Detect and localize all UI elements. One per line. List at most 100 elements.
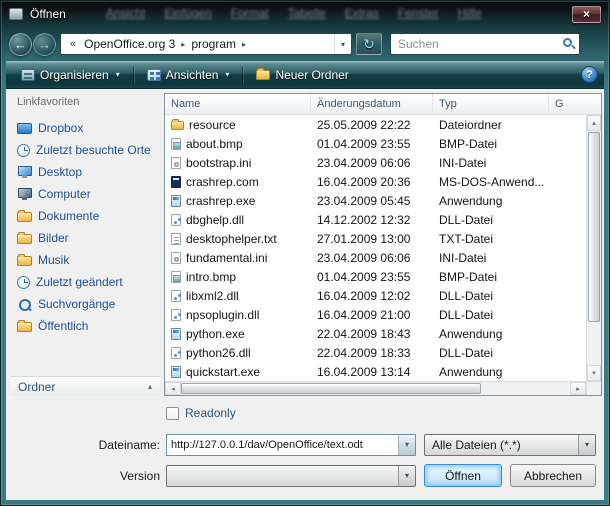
- sidebar-item-bilder[interactable]: Bilder: [10, 227, 160, 249]
- sidebar-item-zuletzt-geändert[interactable]: Zuletzt geändert: [10, 271, 160, 293]
- titlebar: Öffnen AnsichtEinfügenFormatTabelleExtra…: [1, 1, 609, 27]
- organize-button[interactable]: Organisieren ▾: [12, 63, 129, 87]
- readonly-label: Readonly: [185, 406, 236, 420]
- sidebar-item-suchvorgänge[interactable]: Suchvorgänge: [10, 293, 160, 315]
- scroll-left-button[interactable]: ◂: [165, 382, 181, 395]
- filetype-dropdown-button[interactable]: ▾: [578, 435, 595, 455]
- help-button[interactable]: ?: [581, 66, 598, 83]
- back-arrow-icon: ←: [14, 37, 27, 52]
- file-row-quickstart-exe[interactable]: quickstart.exe16.04.2009 13:14Anwendung: [165, 362, 586, 381]
- column-header-typ[interactable]: Typ: [433, 94, 549, 114]
- sidebar-spacer: [10, 337, 160, 376]
- organize-icon: [21, 69, 35, 81]
- file-row-python-exe[interactable]: python.exe22.04.2009 18:43Anwendung: [165, 324, 586, 343]
- file-row-resource[interactable]: resource25.05.2009 22:22Dateiordner: [165, 115, 586, 134]
- version-label: Version: [10, 469, 160, 483]
- sidebar-item-desktop[interactable]: Desktop: [10, 161, 160, 183]
- chevron-up-icon: ▴: [148, 382, 152, 391]
- search-box: [390, 33, 580, 55]
- folders-expander[interactable]: Ordner ▴: [10, 376, 160, 396]
- file-row-fundamental-ini[interactable]: fundamental.ini23.04.2009 06:06INI-Datei: [165, 248, 586, 267]
- sidebar-item-computer[interactable]: Computer: [10, 183, 160, 205]
- file-type-cell: MS-DOS-Anwend...: [433, 175, 549, 189]
- sidebar-item-zuletzt-besuchte-orte[interactable]: Zuletzt besuchte Orte: [10, 139, 160, 161]
- file-row-npsoplugin-dll[interactable]: npsoplugin.dll16.04.2009 21:00DLL-Datei: [165, 305, 586, 324]
- column-header-g[interactable]: G: [549, 94, 601, 114]
- sidebar-item-dokumente[interactable]: Dokumente: [10, 205, 160, 227]
- horizontal-scroll-thumb[interactable]: [181, 383, 481, 394]
- command-toolbar: Organisieren ▾ Ansichten ▾ Neuer Ordner …: [6, 61, 604, 89]
- breadcrumb-overflow-button[interactable]: «: [67, 38, 79, 50]
- file-row-about-bmp[interactable]: about.bmp01.04.2009 23:55BMP-Datei: [165, 134, 586, 153]
- horizontal-scrollbar[interactable]: ◂ ▸: [165, 381, 586, 395]
- scroll-down-button[interactable]: ▾: [587, 365, 601, 381]
- sidebar-item-label: Dropbox: [38, 121, 83, 135]
- file-name-cell: fundamental.ini: [165, 251, 311, 265]
- cancel-button[interactable]: Abbrechen: [510, 464, 596, 487]
- chevron-down-icon: ▾: [592, 369, 596, 377]
- file-name: desktophelper.txt: [186, 232, 277, 246]
- filename-dropdown-button[interactable]: ▾: [398, 435, 415, 455]
- close-button[interactable]: ×: [572, 6, 601, 23]
- file-row-bootstrap-ini[interactable]: bootstrap.ini23.04.2009 06:06INI-Datei: [165, 153, 586, 172]
- forward-button[interactable]: →: [33, 33, 56, 56]
- file-type-cell: DLL-Datei: [433, 213, 549, 227]
- filename-input[interactable]: [167, 435, 398, 455]
- sidebar-item-dropbox[interactable]: Dropbox: [10, 117, 160, 139]
- file-row-intro-bmp[interactable]: intro.bmp01.04.2009 23:55BMP-Datei: [165, 267, 586, 286]
- readonly-row: Readonly: [166, 405, 600, 421]
- main-area: Linkfavoriten Dropbox Zuletzt besuchte Or…: [6, 89, 604, 396]
- file-row-crashrep-com[interactable]: crashrep.com16.04.2009 20:36MS-DOS-Anwen…: [165, 172, 586, 191]
- filename-row: Dateiname: ▾ Alle Dateien (*.*) ▾: [10, 434, 600, 456]
- views-button[interactable]: Ansichten ▾: [138, 63, 239, 87]
- dialog-buttons: Öffnen Abbrechen: [424, 464, 596, 487]
- file-row-libxml2-dll[interactable]: libxml2.dll16.04.2009 12:02DLL-Datei: [165, 286, 586, 305]
- scroll-up-button[interactable]: ▴: [587, 115, 601, 131]
- breadcrumb-segment-openoffice-org-3[interactable]: OpenOffice.org 3: [80, 37, 179, 51]
- file-name: about.bmp: [186, 137, 243, 151]
- address-dropdown-button[interactable]: ▾: [334, 34, 351, 54]
- file-date-cell: 16.04.2009 21:00: [311, 308, 433, 322]
- vertical-scrollbar[interactable]: ▴ ▾: [586, 115, 601, 381]
- version-row: Version ▾ Öffnen Abbrechen: [10, 464, 600, 487]
- column-header-änderungsdatum[interactable]: Änderungsdatum: [311, 94, 433, 114]
- file-name: npsoplugin.dll: [186, 308, 259, 322]
- app-file-icon: [171, 366, 181, 378]
- refresh-button[interactable]: ↻: [356, 33, 382, 55]
- favorites-label: Linkfavoriten: [10, 93, 160, 117]
- file-row-desktophelper-txt[interactable]: desktophelper.txt27.01.2009 13:00TXT-Dat…: [165, 229, 586, 248]
- version-dropdown-button[interactable]: ▾: [398, 466, 415, 486]
- sidebar-item-öffentlich[interactable]: Öffentlich: [10, 315, 160, 337]
- sidebar-item-musik[interactable]: Musik: [10, 249, 160, 271]
- background-menu-item: Einfügen: [164, 6, 211, 20]
- file-type-cell: Dateiordner: [433, 118, 549, 132]
- filetype-combo[interactable]: Alle Dateien (*.*) ▾: [424, 434, 596, 456]
- chevron-right-icon: ▸: [576, 385, 580, 393]
- vertical-scroll-thumb[interactable]: [588, 132, 600, 322]
- file-date-cell: 23.04.2009 06:06: [311, 251, 433, 265]
- file-name: dbghelp.dll: [186, 213, 244, 227]
- file-name: bootstrap.ini: [186, 156, 251, 170]
- readonly-checkbox[interactable]: [166, 407, 179, 420]
- file-date-cell: 16.04.2009 13:14: [311, 365, 433, 379]
- open-button[interactable]: Öffnen: [424, 464, 502, 487]
- search-input[interactable]: [391, 34, 579, 54]
- file-row-dbghelp-dll[interactable]: dbghelp.dll14.12.2002 12:32DLL-Datei: [165, 210, 586, 229]
- breadcrumb-segment-program[interactable]: program: [187, 37, 240, 51]
- new-folder-button[interactable]: Neuer Ordner: [247, 63, 357, 87]
- clock-icon: [17, 276, 30, 289]
- file-date-cell: 22.04.2009 18:33: [311, 346, 433, 360]
- file-row-crashrep-exe[interactable]: crashrep.exe23.04.2009 05:45Anwendung: [165, 191, 586, 210]
- file-row-python26-dll[interactable]: python26.dll22.04.2009 18:33DLL-Datei: [165, 343, 586, 362]
- column-header-name[interactable]: Name: [165, 94, 311, 114]
- organize-label: Organisieren: [40, 68, 109, 82]
- version-combo[interactable]: ▾: [166, 465, 416, 487]
- favorites-list: Dropbox Zuletzt besuchte OrteDesktopCompu…: [10, 117, 160, 337]
- file-name: crashrep.com: [186, 175, 259, 189]
- file-type-cell: DLL-Datei: [433, 346, 549, 360]
- scroll-right-button[interactable]: ▸: [570, 382, 586, 395]
- dialog-body: Linkfavoriten Dropbox Zuletzt besuchte Or…: [6, 89, 604, 500]
- back-button[interactable]: ←: [9, 33, 32, 56]
- background-menu-item: Hilfe: [457, 6, 481, 20]
- computer-icon: [17, 188, 32, 201]
